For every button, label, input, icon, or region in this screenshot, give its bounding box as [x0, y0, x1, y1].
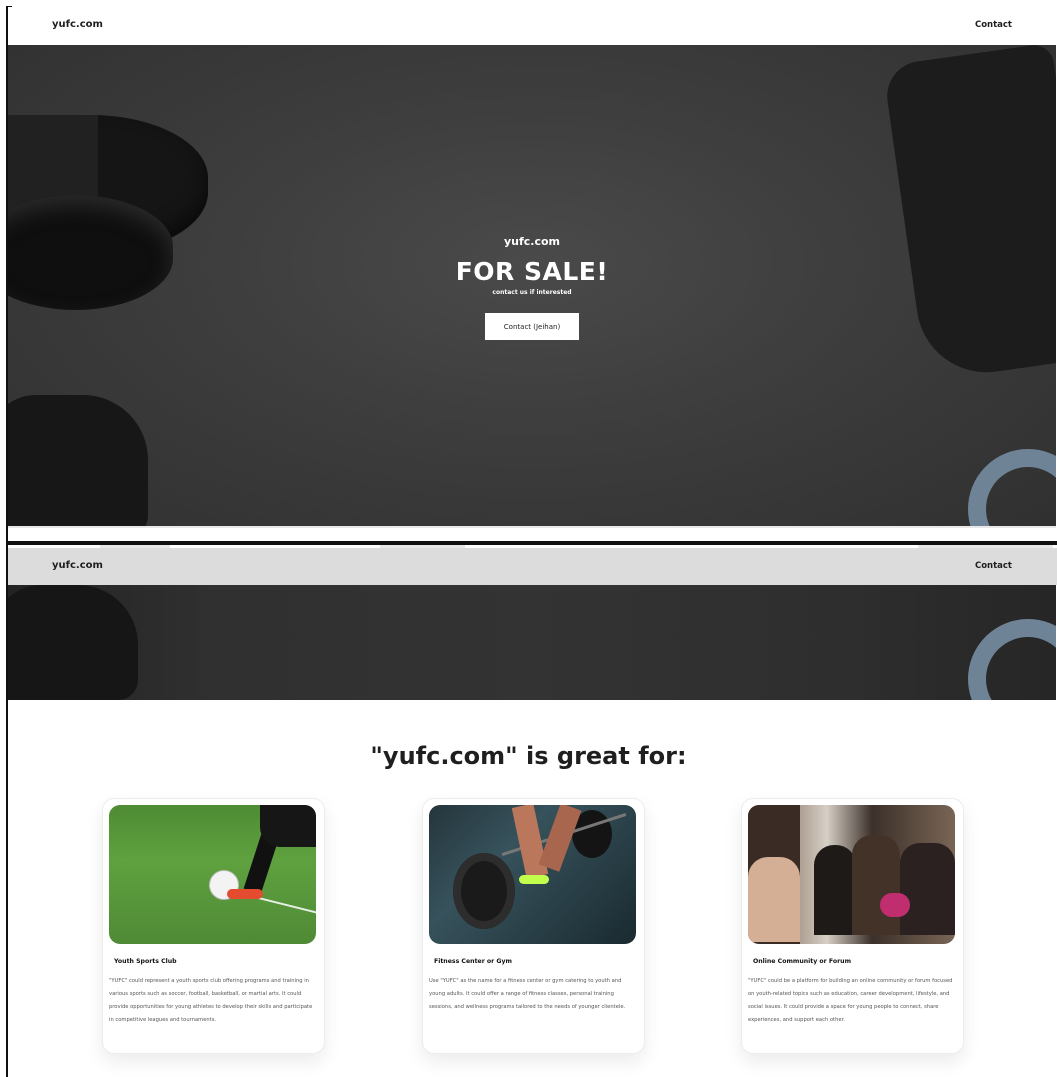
- ring-weight-icon: [968, 619, 1056, 700]
- card-title: Online Community or Forum: [753, 958, 852, 965]
- nav-contact-link[interactable]: Contact: [975, 561, 1012, 571]
- audience-shirt-icon: [880, 893, 910, 917]
- glove-icon: [882, 45, 1056, 382]
- barbell-photo-icon: [429, 805, 636, 944]
- contact-jeihan-button[interactable]: Contact (Jeihan): [485, 313, 579, 340]
- card-description: Use "YUFC" as the name for a fitness cen…: [429, 978, 626, 1010]
- hero-title: FOR SALE!: [455, 257, 609, 286]
- youth-sports-card: Youth Sports Club "YUFC" could represent…: [102, 798, 325, 1054]
- speaker-shirt-icon: [748, 857, 800, 942]
- sticky-navigation: yufc.com Contact: [8, 548, 1057, 585]
- hero-section: yufc.com FOR SALE! contact us if interes…: [8, 45, 1056, 527]
- audience-person-icon: [852, 835, 900, 935]
- card-description: "YUFC" could represent a youth sports cl…: [109, 978, 313, 1023]
- glove-icon: [8, 585, 138, 700]
- site-logo-link[interactable]: yufc.com: [52, 19, 103, 30]
- great-for-heading: "yufc.com" is great for:: [370, 741, 687, 770]
- soccer-photo-icon: [109, 805, 316, 944]
- audience-person-icon: [900, 843, 955, 935]
- audience-person-icon: [814, 845, 856, 935]
- hero-strip: [8, 585, 1056, 700]
- boot-icon: [227, 889, 263, 899]
- ring-weight-icon: [968, 449, 1056, 527]
- top-navigation: yufc.com Contact: [8, 7, 1057, 45]
- glove-icon: [8, 395, 148, 527]
- fitness-center-card: Fitness Center or Gym Use "YUFC" as the …: [422, 798, 645, 1054]
- weight-plate-icon: [453, 853, 515, 929]
- online-community-card: Online Community or Forum "YUFC" could b…: [741, 798, 964, 1054]
- hero-subtitle: contact us if interested: [492, 289, 572, 296]
- nav-contact-link[interactable]: Contact: [975, 20, 1012, 30]
- site-logo-link[interactable]: yufc.com: [52, 560, 103, 571]
- card-title: Fitness Center or Gym: [434, 958, 512, 965]
- player-shorts-icon: [260, 805, 316, 847]
- community-photo-icon: [748, 805, 955, 944]
- sneaker-icon: [519, 875, 549, 884]
- card-title: Youth Sports Club: [114, 958, 177, 965]
- hero-bottom-divider: [8, 526, 1056, 528]
- hero-brand: yufc.com: [503, 235, 561, 248]
- card-description: "YUFC" could be a platform for building …: [748, 978, 953, 1023]
